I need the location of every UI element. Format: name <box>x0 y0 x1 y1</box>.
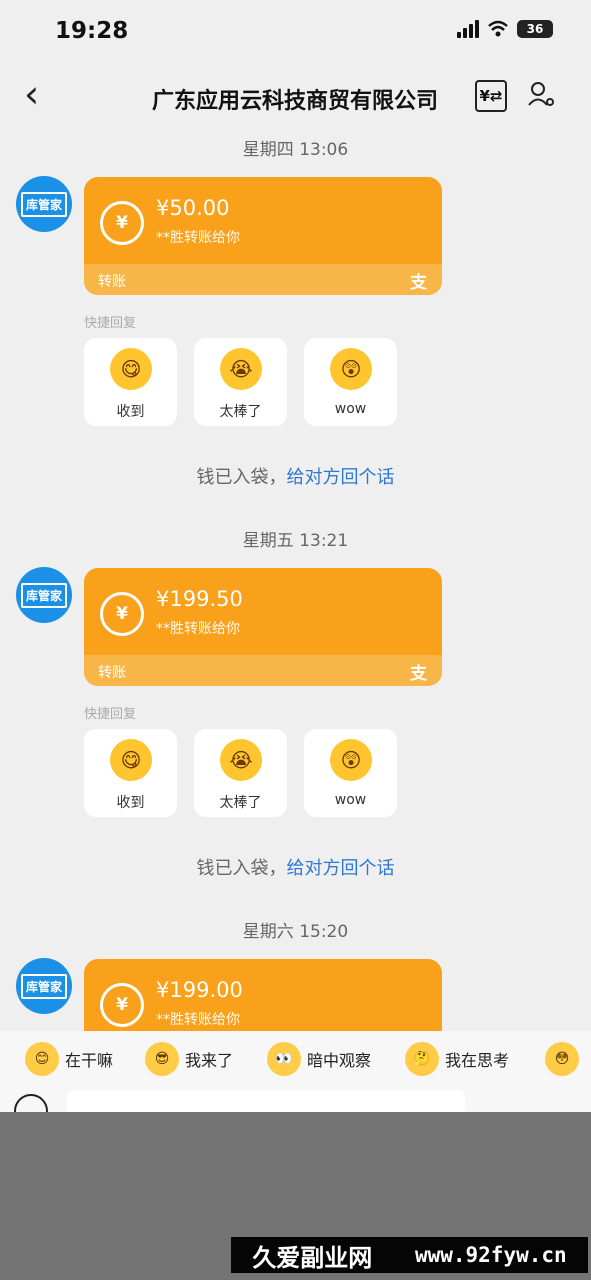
transfer-footer: 转账 支 <box>84 655 442 686</box>
back-icon[interactable]: ‹ <box>24 75 39 113</box>
watermark-brand: 久爱副业网 <box>252 1243 373 1272</box>
avatar[interactable]: 库管家 <box>16 176 72 232</box>
yuan-coin-icon: ¥ <box>100 201 144 245</box>
message-input-bar <box>0 1086 591 1128</box>
status-icons: 36 <box>457 20 553 38</box>
received-notice: 钱已入袋，给对方回个话 <box>0 854 591 880</box>
yuan-coin-icon: ¥ <box>100 592 144 636</box>
transfer-sender: **胜转账给你 <box>156 1012 240 1028</box>
transfer-bubble[interactable]: ¥ ¥199.00 **胜转账给你 <box>84 959 442 1031</box>
sticker-chip[interactable]: 😳 <box>545 1042 579 1076</box>
alipay-icon: 支 <box>410 273 427 293</box>
quick-reply-label-received: 收到 <box>116 795 145 811</box>
quick-reply-wow[interactable]: 😲 wow <box>304 729 397 817</box>
sticker-chip[interactable]: 😊 在干嘛 <box>25 1042 113 1076</box>
transfer-sender: **胜转账给你 <box>156 621 240 637</box>
sticker-chip[interactable]: 😎 我来了 <box>145 1042 233 1076</box>
quick-reply-label-awesome: 太棒了 <box>219 404 262 420</box>
message-input[interactable] <box>67 1090 465 1114</box>
laughing-emoji-icon: 😋 <box>110 348 152 390</box>
alipay-icon: 支 <box>410 664 427 684</box>
quick-reply-wow[interactable]: 😲 wow <box>304 338 397 426</box>
peeking-sticker-icon: 👀 <box>267 1042 301 1076</box>
transfer-amount: ¥50.00 <box>156 196 230 220</box>
transfer-amount: ¥199.50 <box>156 587 243 611</box>
received-text: 钱已入袋， <box>196 858 287 879</box>
sticker-chip[interactable]: 👀 暗中观察 <box>267 1042 371 1076</box>
cellular-signal-icon <box>457 20 479 38</box>
quick-reply-label-wow: wow <box>334 401 367 417</box>
transfer-sender: **胜转账给你 <box>156 230 240 246</box>
yuan-coin-icon: ¥ <box>100 983 144 1027</box>
transfer-label: 转账 <box>98 274 126 290</box>
transfer-money-icon[interactable]: ¥⇄ <box>475 80 507 112</box>
quick-reply-label-wow: wow <box>334 792 367 808</box>
received-text: 钱已入袋， <box>196 467 287 488</box>
watermark: 久爱副业网 www.92fyw.cn <box>231 1237 588 1273</box>
message-date: 星期四 13:06 <box>242 140 349 160</box>
avatar[interactable]: 库管家 <box>16 958 72 1014</box>
quick-reply-awesome[interactable]: 😭 太棒了 <box>194 338 287 426</box>
battery-icon: 36 <box>517 20 553 38</box>
reply-link[interactable]: 给对方回个话 <box>287 467 395 488</box>
message-date: 星期六 15:20 <box>242 922 349 942</box>
watermark-domain: www.92fyw.cn <box>414 1243 567 1267</box>
chat-title: 广东应用云科技商贸有限公司 <box>151 89 438 114</box>
sunglasses-sticker-icon: 😎 <box>145 1042 179 1076</box>
sticker-suggestion-bar: 😊 在干嘛 😎 我来了 👀 暗中观察 🤔 我在思考 😳 <box>0 1031 591 1086</box>
crying-laughing-emoji-icon: 😭 <box>220 739 262 781</box>
status-bar: 19:28 36 <box>0 0 591 66</box>
thinking-sticker-icon: 🤔 <box>405 1042 439 1076</box>
surprised-emoji-icon: 😲 <box>330 348 372 390</box>
avatar[interactable]: 库管家 <box>16 567 72 623</box>
received-notice: 钱已入袋，给对方回个话 <box>0 463 591 489</box>
transfer-amount: ¥199.00 <box>156 978 243 1002</box>
smiling-sticker-icon: 😊 <box>25 1042 59 1076</box>
transfer-footer: 转账 支 <box>84 264 442 295</box>
surprised-emoji-icon: 😲 <box>330 739 372 781</box>
status-time: 19:28 <box>55 18 129 44</box>
transfer-bubble[interactable]: ¥ ¥199.50 **胜转账给你 转账 支 <box>84 568 442 686</box>
sticker-chip[interactable]: 🤔 我在思考 <box>405 1042 509 1076</box>
quick-reply-awesome[interactable]: 😭 太棒了 <box>194 729 287 817</box>
message-date: 星期五 13:21 <box>242 531 349 551</box>
wifi-icon <box>488 20 508 37</box>
reply-link[interactable]: 给对方回个话 <box>287 858 395 879</box>
quick-reply-label-received: 收到 <box>116 404 145 420</box>
quick-reply-label: 快捷回复 <box>84 316 137 331</box>
quick-reply-label: 快捷回复 <box>84 707 137 722</box>
quick-reply-received[interactable]: 😋 收到 <box>84 729 177 817</box>
sticker-icon: 😳 <box>545 1042 579 1076</box>
contact-profile-icon[interactable] <box>526 80 554 108</box>
crying-laughing-emoji-icon: 😭 <box>220 348 262 390</box>
transfer-bubble[interactable]: ¥ ¥50.00 **胜转账给你 转账 支 <box>84 177 442 295</box>
chat-header: ‹ 广东应用云科技商贸有限公司 ¥⇄ <box>0 66 591 128</box>
quick-reply-label-awesome: 太棒了 <box>219 795 262 811</box>
quick-reply-received[interactable]: 😋 收到 <box>84 338 177 426</box>
laughing-emoji-icon: 😋 <box>110 739 152 781</box>
transfer-label: 转账 <box>98 665 126 681</box>
